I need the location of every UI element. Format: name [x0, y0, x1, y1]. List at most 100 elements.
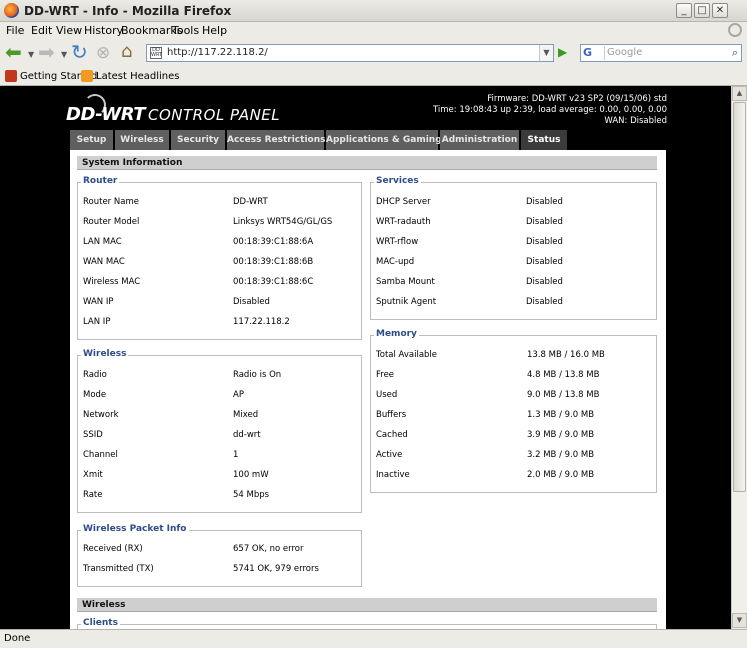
row-label: Free — [376, 370, 395, 380]
stop-icon[interactable]: ⊗ — [96, 42, 110, 64]
logo-brand: DD-WRT — [66, 104, 146, 125]
tab-wireless[interactable]: Wireless — [115, 130, 170, 150]
row-value: 3.2 MB / 9.0 MB — [527, 450, 595, 460]
tab-status[interactable]: Status — [521, 130, 568, 150]
row-value: 117.22.118.2 — [233, 317, 290, 327]
bookmarks-toolbar: Getting Started Latest Headlines — [0, 67, 747, 86]
forward-history-chevron-icon[interactable]: ▼ — [61, 50, 67, 59]
wireless-legend: Wireless — [81, 349, 129, 359]
row-label: Network — [83, 410, 119, 420]
forward-arrow-icon[interactable]: ➡ — [38, 41, 55, 63]
menu-tools[interactable]: Tools — [172, 24, 199, 37]
row-label: WRT-radauth — [376, 217, 431, 227]
getting-started-icon — [5, 70, 17, 82]
row-value: 657 OK, no error — [233, 544, 304, 554]
url-dropdown-chevron-icon[interactable]: ▼ — [539, 45, 553, 61]
tab-applications-gaming[interactable]: Applications & Gaming — [326, 130, 442, 150]
menu-help[interactable]: Help — [202, 24, 227, 37]
search-magnifier-icon[interactable]: ⌕ — [732, 46, 738, 60]
router-fieldset: Router Router Name DD-WRT Router Model Lin… — [77, 176, 362, 340]
menu-history[interactable]: History — [84, 24, 123, 37]
bookmark-latest-headlines[interactable]: Latest Headlines — [96, 71, 180, 82]
row-label: LAN IP — [83, 317, 111, 327]
back-arrow-icon[interactable]: ⬅ — [5, 41, 22, 63]
scroll-down-arrow-icon[interactable]: ▼ — [732, 613, 747, 628]
row-value: 3.9 MB / 9.0 MB — [527, 430, 595, 440]
section-system-information: System Information — [77, 156, 657, 170]
reload-icon[interactable]: ↻ — [71, 41, 88, 63]
section-wireless: Wireless — [77, 598, 657, 612]
services-legend: Services — [374, 176, 421, 186]
row-value: Linksys WRT54G/GL/GS — [233, 217, 333, 227]
site-favicon-icon: DD WRT — [150, 47, 163, 59]
close-button[interactable]: ✕ — [712, 3, 728, 18]
row-value: Disabled — [526, 197, 563, 207]
url-text[interactable]: http://117.22.118.2/ — [167, 47, 268, 58]
status-bar: Done — [0, 629, 747, 648]
row-label: Sputnik Agent — [376, 297, 437, 307]
back-history-chevron-icon[interactable]: ▼ — [28, 50, 34, 59]
menu-edit[interactable]: Edit — [31, 24, 52, 37]
row-label: WAN IP — [83, 297, 114, 307]
packet-info-legend: Wireless Packet Info — [81, 524, 189, 534]
row-label: Router Model — [83, 217, 140, 227]
row-value: 13.8 MB / 16.0 MB — [527, 350, 605, 360]
wireless-fieldset: Wireless Radio Radio is On Mode AP Network… — [77, 349, 362, 513]
row-label: MAC-upd — [376, 257, 415, 267]
scroll-up-arrow-icon[interactable]: ▲ — [732, 86, 747, 101]
row-label: Radio — [83, 370, 107, 380]
row-label: Mode — [83, 390, 107, 400]
row-label: LAN MAC — [83, 237, 122, 247]
maximize-button[interactable]: □ — [694, 3, 710, 18]
uptime-info: Time: 19:08:43 up 2:39, load average: 0.… — [432, 105, 667, 115]
row-label: Transmitted (TX) — [83, 564, 154, 574]
row-label: Received (RX) — [83, 544, 143, 554]
throbber-icon — [728, 23, 742, 37]
row-label: Rate — [83, 490, 103, 500]
search-engine-icon[interactable]: G — [583, 46, 605, 60]
row-label: Total Available — [376, 350, 438, 360]
menu-view[interactable]: View — [56, 24, 82, 37]
row-value: 4.8 MB / 13.8 MB — [527, 370, 600, 380]
row-value: 9.0 MB / 13.8 MB — [527, 390, 600, 400]
row-value: Disabled — [526, 257, 563, 267]
row-value: Disabled — [526, 297, 563, 307]
search-bar[interactable]: G Google ⌕ — [580, 44, 742, 62]
url-bar[interactable]: DD WRT http://117.22.118.2/ ▼ — [146, 44, 554, 62]
tab-security[interactable]: Security — [171, 130, 226, 150]
row-label: DHCP Server — [376, 197, 431, 207]
firmware-info: Firmware: DD-WRT v23 SP2 (09/15/06) std … — [433, 94, 667, 127]
menu-bar: File Edit View History Bookmarks Tools H… — [0, 22, 747, 39]
row-value: dd-wrt — [233, 430, 261, 440]
row-value: AP — [233, 390, 244, 400]
tab-administration[interactable]: Administration — [440, 130, 520, 150]
row-value: 1 — [233, 450, 239, 460]
row-label: Cached — [376, 430, 408, 440]
go-arrow-icon[interactable]: ▶ — [558, 45, 572, 59]
row-value: 00:18:39:C1:88:6B — [233, 257, 314, 267]
minimize-button[interactable]: _ — [676, 3, 692, 18]
packet-info-fieldset: Wireless Packet Info Received (RX) 657 OK… — [77, 524, 362, 587]
tab-setup[interactable]: Setup — [70, 130, 114, 150]
row-value: 00:18:39:C1:88:6C — [233, 277, 314, 287]
row-value: Radio is On — [233, 370, 282, 380]
row-label: WAN MAC — [83, 257, 125, 267]
row-label: Xmit — [83, 470, 103, 480]
row-value: 00:18:39:C1:88:6A — [233, 237, 314, 247]
row-value: Mixed — [233, 410, 259, 420]
router-legend: Router — [81, 176, 120, 186]
search-placeholder[interactable]: Google — [607, 47, 642, 58]
row-value: 100 mW — [233, 470, 269, 480]
row-value: 5741 OK, 979 errors — [233, 564, 319, 574]
row-label: Active — [376, 450, 403, 460]
content-panel: System Information Router Router Name DD-… — [70, 150, 666, 629]
wan-status: WAN: Disabled — [604, 116, 667, 126]
scroll-thumb[interactable] — [733, 102, 746, 492]
tab-access-restrictions[interactable]: Access Restrictions — [227, 130, 325, 150]
row-label: Buffers — [376, 410, 407, 420]
memory-legend: Memory — [374, 329, 419, 339]
row-value: Disabled — [233, 297, 270, 307]
vertical-scrollbar[interactable]: ▲ ▼ — [731, 86, 747, 629]
menu-file[interactable]: File — [6, 24, 24, 37]
home-icon[interactable]: ⌂ — [121, 41, 132, 63]
